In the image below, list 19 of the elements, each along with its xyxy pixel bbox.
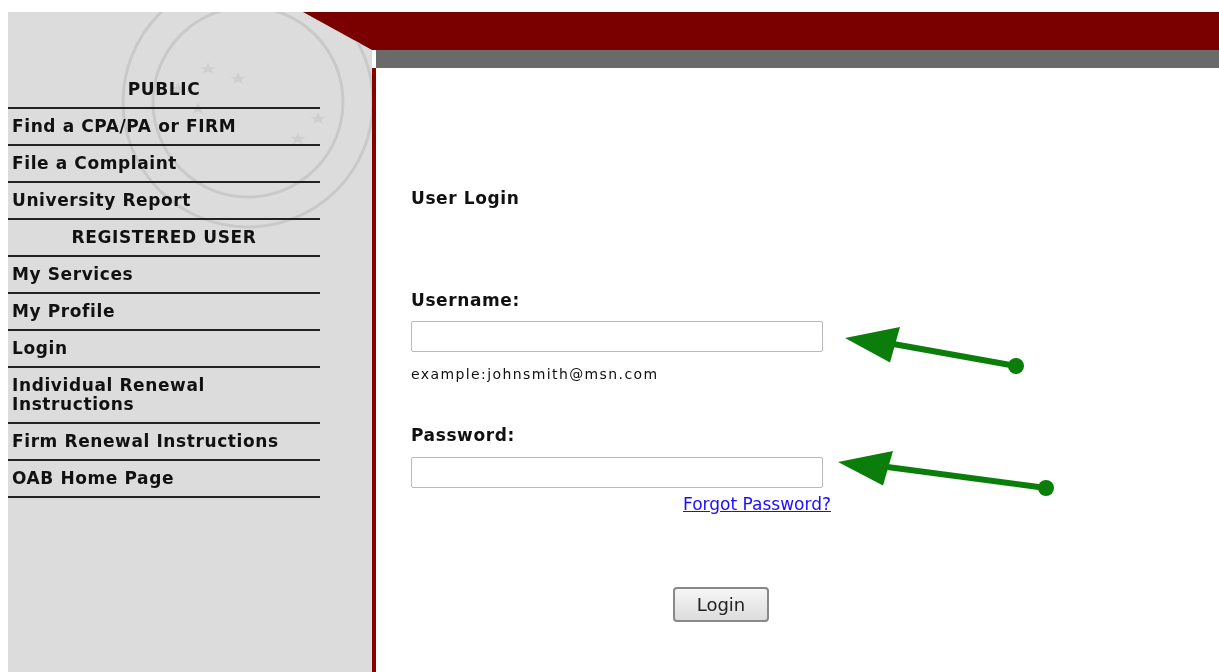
- field-label: Password:: [411, 424, 516, 447]
- sidebar-link[interactable]: University Report: [8, 183, 320, 220]
- username-field[interactable]: [411, 321, 823, 352]
- sidebar-link[interactable]: Find a CPA/PA or FIRM: [8, 109, 320, 146]
- sidebar-link[interactable]: My Services: [8, 257, 320, 294]
- forgot-password-link[interactable]: Forgot Password?: [683, 493, 831, 514]
- sidebar-link[interactable]: My Profile: [8, 294, 320, 331]
- sidebar-link[interactable]: File a Complaint: [8, 146, 320, 183]
- sidebar-link[interactable]: OAB Home Page: [8, 461, 320, 498]
- field-label: Username:: [411, 288, 521, 312]
- sidebar-link[interactable]: Individual Renewal Instructions: [8, 368, 320, 424]
- hint-text: example:johnsmith@msn.com: [411, 365, 660, 384]
- section-heading: PUBLIC: [8, 72, 320, 109]
- form-title: User Login: [411, 187, 521, 210]
- sidebar-link[interactable]: Login: [8, 331, 320, 368]
- section-heading: REGISTERED USER: [8, 220, 320, 257]
- login-button[interactable]: Login: [672, 587, 770, 622]
- sidebar-link[interactable]: Firm Renewal Instructions: [8, 424, 320, 461]
- password-field[interactable]: [411, 456, 823, 488]
